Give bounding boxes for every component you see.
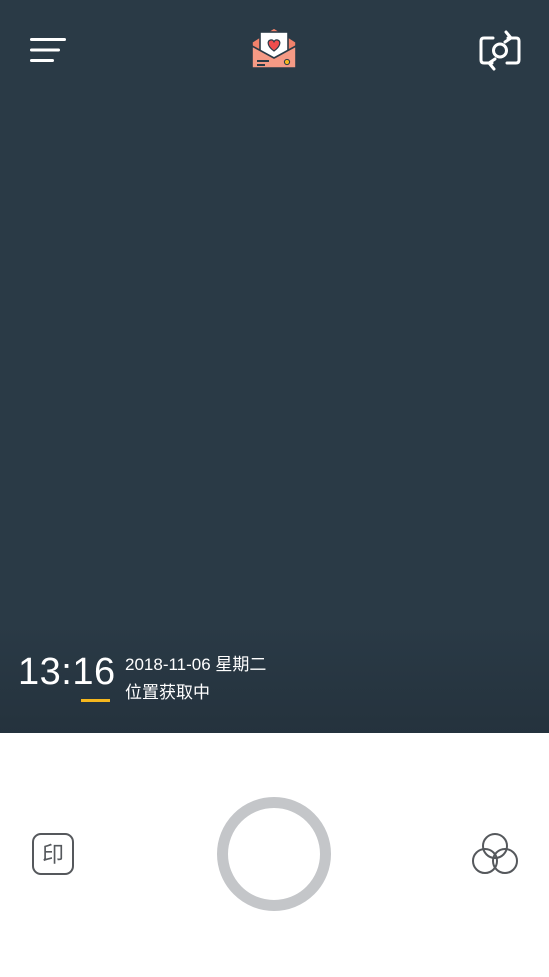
top-bar bbox=[0, 0, 549, 100]
menu-button[interactable] bbox=[26, 30, 70, 70]
filter-circles-icon bbox=[472, 833, 518, 874]
watermark-time-underline bbox=[81, 699, 110, 702]
stamp-glyph: 印 bbox=[42, 843, 64, 868]
watermark-date: 2018-11-06 星期二 bbox=[125, 655, 267, 674]
hamburger-menu-icon bbox=[30, 38, 66, 62]
watermark-time: 13:16 bbox=[18, 651, 116, 693]
filter-button[interactable] bbox=[470, 830, 520, 878]
stamp-button[interactable]: 印 bbox=[31, 832, 75, 876]
switch-camera-button[interactable] bbox=[476, 28, 524, 72]
love-letter-envelope-icon bbox=[251, 27, 297, 69]
camera-app: 13:16 2018-11-06 星期二 位置获取中 印 bbox=[0, 0, 549, 977]
camera-viewfinder[interactable]: 13:16 2018-11-06 星期二 位置获取中 bbox=[0, 0, 549, 733]
camera-controls: 印 bbox=[0, 733, 549, 977]
watermark-location: 位置获取中 bbox=[125, 683, 210, 702]
love-letter-button[interactable] bbox=[248, 24, 300, 74]
time-watermark[interactable]: 13:16 2018-11-06 星期二 位置获取中 bbox=[18, 648, 358, 712]
shutter-button[interactable] bbox=[217, 797, 331, 911]
stamp-icon: 印 bbox=[32, 833, 74, 875]
switch-camera-icon bbox=[479, 30, 521, 71]
